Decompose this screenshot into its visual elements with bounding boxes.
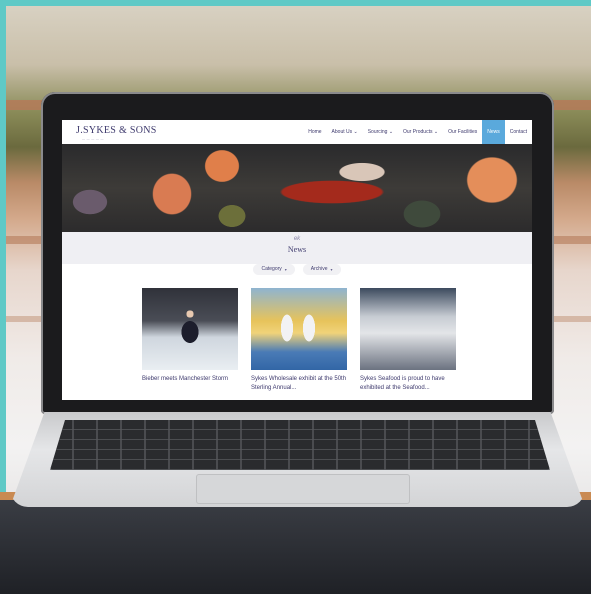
laptop-trackpad [196, 474, 410, 504]
news-card-image[interactable] [142, 288, 238, 370]
news-card[interactable]: Sykes Seafood is proud to have exhibited… [360, 288, 456, 393]
nav-home[interactable]: Home [303, 120, 326, 144]
nav-news[interactable]: News [482, 120, 505, 144]
site-logo[interactable]: J.SYKES & SONS [76, 125, 157, 136]
table-surface [0, 500, 591, 594]
archive-filter[interactable]: Archive ▾ [302, 264, 341, 275]
category-filter[interactable]: Category ▾ [253, 264, 295, 275]
chevron-down-icon: ▾ [284, 267, 287, 272]
news-card[interactable]: Bieber meets Manchester Storm [142, 288, 238, 384]
news-card-image[interactable] [251, 288, 347, 370]
filter-bar: Category ▾ Archive ▾ [62, 264, 532, 278]
section-header: ek News [62, 232, 532, 264]
news-card-image[interactable] [360, 288, 456, 370]
nav-about-us[interactable]: About Us ⌄ [327, 120, 363, 144]
archive-filter-label: Archive [310, 266, 328, 272]
nav-sourcing[interactable]: Sourcing ⌄ [363, 120, 398, 144]
news-card-title[interactable]: Sykes Seafood is proud to have exhibited… [360, 375, 456, 393]
keyboard-rows [50, 420, 550, 470]
news-card-title[interactable]: Bieber meets Manchester Storm [142, 375, 238, 384]
logo-tagline-mark: — — — — — [82, 137, 104, 141]
nav-contact[interactable]: Contact [505, 120, 532, 144]
laptop-screen: J.SYKES & SONS — — — — — Home About Us ⌄… [62, 120, 532, 400]
news-grid: Bieber meets Manchester Storm Sykes Whol… [142, 288, 462, 398]
main-nav: Home About Us ⌄ Sourcing ⌄ Our Products … [303, 120, 532, 144]
site-header: J.SYKES & SONS — — — — — Home About Us ⌄… [62, 120, 532, 144]
chevron-down-icon: ▾ [330, 267, 333, 272]
hero-seafood-image [62, 144, 532, 232]
page-title: News [287, 245, 307, 254]
nav-our-products[interactable]: Our Products ⌄ [398, 120, 443, 144]
news-card[interactable]: Sykes Wholesale exhibit at the 50th Ster… [251, 288, 347, 393]
news-card-title[interactable]: Sykes Wholesale exhibit at the 50th Ster… [251, 375, 347, 393]
category-filter-label: Category [261, 266, 282, 272]
nav-our-facilities[interactable]: Our Facilities [443, 120, 482, 144]
section-flourish: ek [293, 236, 301, 242]
